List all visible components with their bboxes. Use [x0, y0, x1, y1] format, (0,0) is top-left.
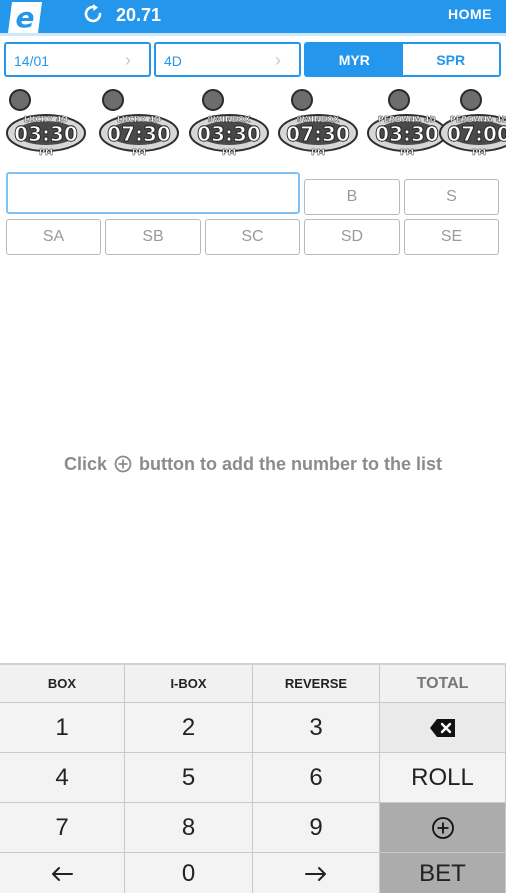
cursor-right-button[interactable] [253, 853, 380, 893]
draw-badge[interactable]: PERDANA 4D07:00PM [437, 86, 506, 162]
logo-letter: e [16, 1, 35, 33]
option-se-button[interactable]: SE [404, 219, 499, 255]
add-circle-icon [114, 455, 132, 473]
9winbox-logo-icon [291, 89, 313, 111]
draw-badge[interactable]: 9WINBOX07:30PM [276, 86, 360, 162]
key-5[interactable]: 5 [125, 753, 253, 803]
arrow-right-icon [305, 866, 326, 881]
game-type-selector[interactable]: 4D › [154, 42, 301, 77]
lucky-logo-icon [102, 89, 124, 111]
draw-period: PM [311, 148, 325, 157]
game-type-value: 4D [164, 53, 182, 69]
add-number-button[interactable] [380, 803, 506, 853]
hint-text-before: Click [63, 454, 108, 474]
key-4[interactable]: 4 [0, 753, 125, 803]
empty-list-hint: Click button to add the number to the li… [0, 454, 506, 475]
option-b-button[interactable]: B [304, 179, 400, 215]
currency-toggle: MYR SPR [304, 42, 501, 77]
lucky-logo-icon [9, 89, 31, 111]
key-8[interactable]: 8 [125, 803, 253, 853]
ibox-button[interactable]: I-BOX [125, 665, 253, 703]
key-1[interactable]: 1 [0, 703, 125, 753]
draw-badge[interactable]: 9WINBOX03:30PM [187, 86, 271, 162]
draw-badge[interactable]: LUCKY 4D07:30PM [97, 86, 181, 162]
key-0[interactable]: 0 [125, 853, 253, 893]
chevron-right-icon: › [125, 50, 131, 70]
hint-text-after: button to add the number to the list [139, 454, 443, 474]
reverse-button[interactable]: REVERSE [253, 665, 380, 703]
backspace-icon [429, 718, 455, 737]
bet-button[interactable]: BET [380, 853, 506, 893]
option-s-button[interactable]: S [404, 179, 499, 215]
draw-time: 03:30 [197, 122, 261, 146]
option-sb-button[interactable]: SB [105, 219, 201, 255]
draw-badge[interactable]: LUCKY 4D03:30PM [4, 86, 88, 162]
arrow-left-icon [52, 866, 73, 881]
option-sc-button[interactable]: SC [205, 219, 300, 255]
cursor-left-button[interactable] [0, 853, 125, 893]
key-3[interactable]: 3 [253, 703, 380, 753]
draw-time: 03:30 [375, 122, 439, 146]
perdana-logo-icon [460, 89, 482, 111]
app-logo[interactable]: e [6, 0, 44, 33]
key-2[interactable]: 2 [125, 703, 253, 753]
option-sd-button[interactable]: SD [304, 219, 400, 255]
perdana-logo-icon [388, 89, 410, 111]
date-value: 14/01 [14, 53, 50, 69]
draw-time: 07:00 [447, 122, 506, 146]
balance-value: 20.71 [116, 5, 162, 25]
backspace-button[interactable] [380, 703, 506, 753]
option-sa-button[interactable]: SA [6, 219, 101, 255]
draw-time: 07:30 [286, 122, 350, 146]
keypad: BOX I-BOX REVERSE TOTAL 1 2 3 4 5 6 ROLL… [0, 663, 506, 893]
currency-myr-button[interactable]: MYR [306, 44, 403, 75]
9winbox-logo-icon [202, 89, 224, 111]
draw-period: PM [132, 148, 146, 157]
header-divider [0, 33, 506, 36]
draw-period: PM [39, 148, 53, 157]
total-label: TOTAL [380, 665, 506, 703]
add-circle-icon [431, 816, 454, 839]
box-button[interactable]: BOX [0, 665, 125, 703]
draw-time: 03:30 [14, 122, 78, 146]
draw-period: PM [472, 148, 486, 157]
chevron-right-icon: › [275, 50, 281, 70]
date-selector[interactable]: 14/01 › [4, 42, 151, 77]
key-9[interactable]: 9 [253, 803, 380, 853]
top-bar: e 20.71 HOME [0, 0, 506, 33]
draw-period: PM [222, 148, 236, 157]
draw-time: 07:30 [107, 122, 171, 146]
currency-spr-button[interactable]: SPR [402, 44, 499, 75]
draw-period: PM [400, 148, 414, 157]
roll-button[interactable]: ROLL [380, 753, 506, 803]
home-link[interactable]: HOME [448, 6, 492, 22]
key-7[interactable]: 7 [0, 803, 125, 853]
number-input[interactable] [6, 172, 300, 214]
key-6[interactable]: 6 [253, 753, 380, 803]
refresh-icon[interactable] [81, 2, 105, 26]
